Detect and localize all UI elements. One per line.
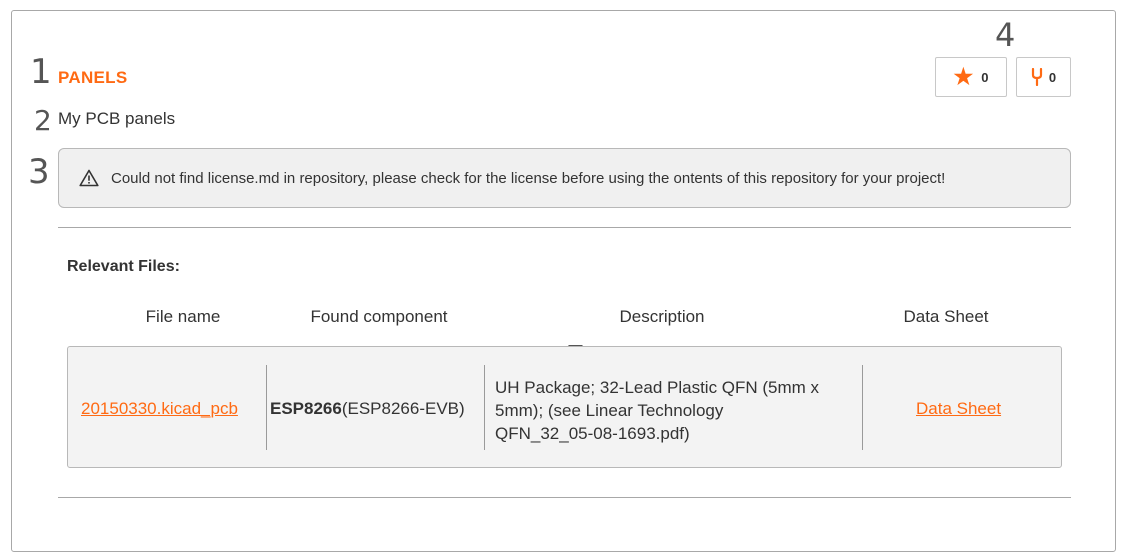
relevant-files-title: Relevant Files: (67, 258, 180, 275)
column-divider (266, 365, 267, 450)
star-button[interactable]: ★ 0 (935, 57, 1007, 97)
found-component: ESP8266(ESP8266-EVB) (270, 399, 465, 419)
section-title: PANELS (58, 68, 128, 87)
license-warning-alert: Could not find license.md in repository,… (58, 148, 1071, 208)
column-divider (484, 365, 485, 450)
star-icon: ★ (953, 64, 974, 89)
section-subtitle: My PCB panels (58, 109, 176, 128)
table-row: 20150330.kicad_pcb ESP8266(ESP8266-EVB) … (67, 346, 1062, 468)
component-variant: (ESP8266-EVB) (341, 399, 465, 418)
description-line: QFN_32_05-08-1693.pdf) (495, 424, 690, 443)
annotation-4: 4 (995, 16, 1016, 54)
column-divider (862, 365, 863, 450)
data-sheet-link[interactable]: Data Sheet (916, 399, 1001, 419)
annotation-1: 1 (30, 52, 52, 92)
column-header-file-name: File name (145, 307, 221, 326)
fork-count: 0 (1048, 69, 1057, 85)
fork-button[interactable]: 0 (1016, 57, 1071, 97)
column-header-data-sheet: Data Sheet (903, 307, 989, 326)
annotation-3: 3 (28, 152, 50, 192)
alert-message: Could not find license.md in repository,… (111, 169, 946, 187)
description-line: UH Package; 32-Lead Plastic QFN (5mm x (495, 378, 820, 397)
divider-top (58, 227, 1071, 228)
warning-icon (79, 169, 99, 187)
column-header-description: Description (619, 307, 705, 326)
fork-icon (1031, 68, 1043, 86)
component-name: ESP8266 (270, 399, 342, 418)
annotation-2: 2 (34, 104, 52, 137)
divider-bottom (58, 497, 1071, 498)
star-count: 0 (981, 69, 989, 85)
description: UH Package; 32-Lead Plastic QFN (5mm x 5… (495, 376, 819, 445)
description-line: 5mm); (see Linear Technology (495, 401, 724, 420)
file-name-link[interactable]: 20150330.kicad_pcb (81, 399, 238, 419)
column-header-found-component: Found component (310, 307, 448, 326)
